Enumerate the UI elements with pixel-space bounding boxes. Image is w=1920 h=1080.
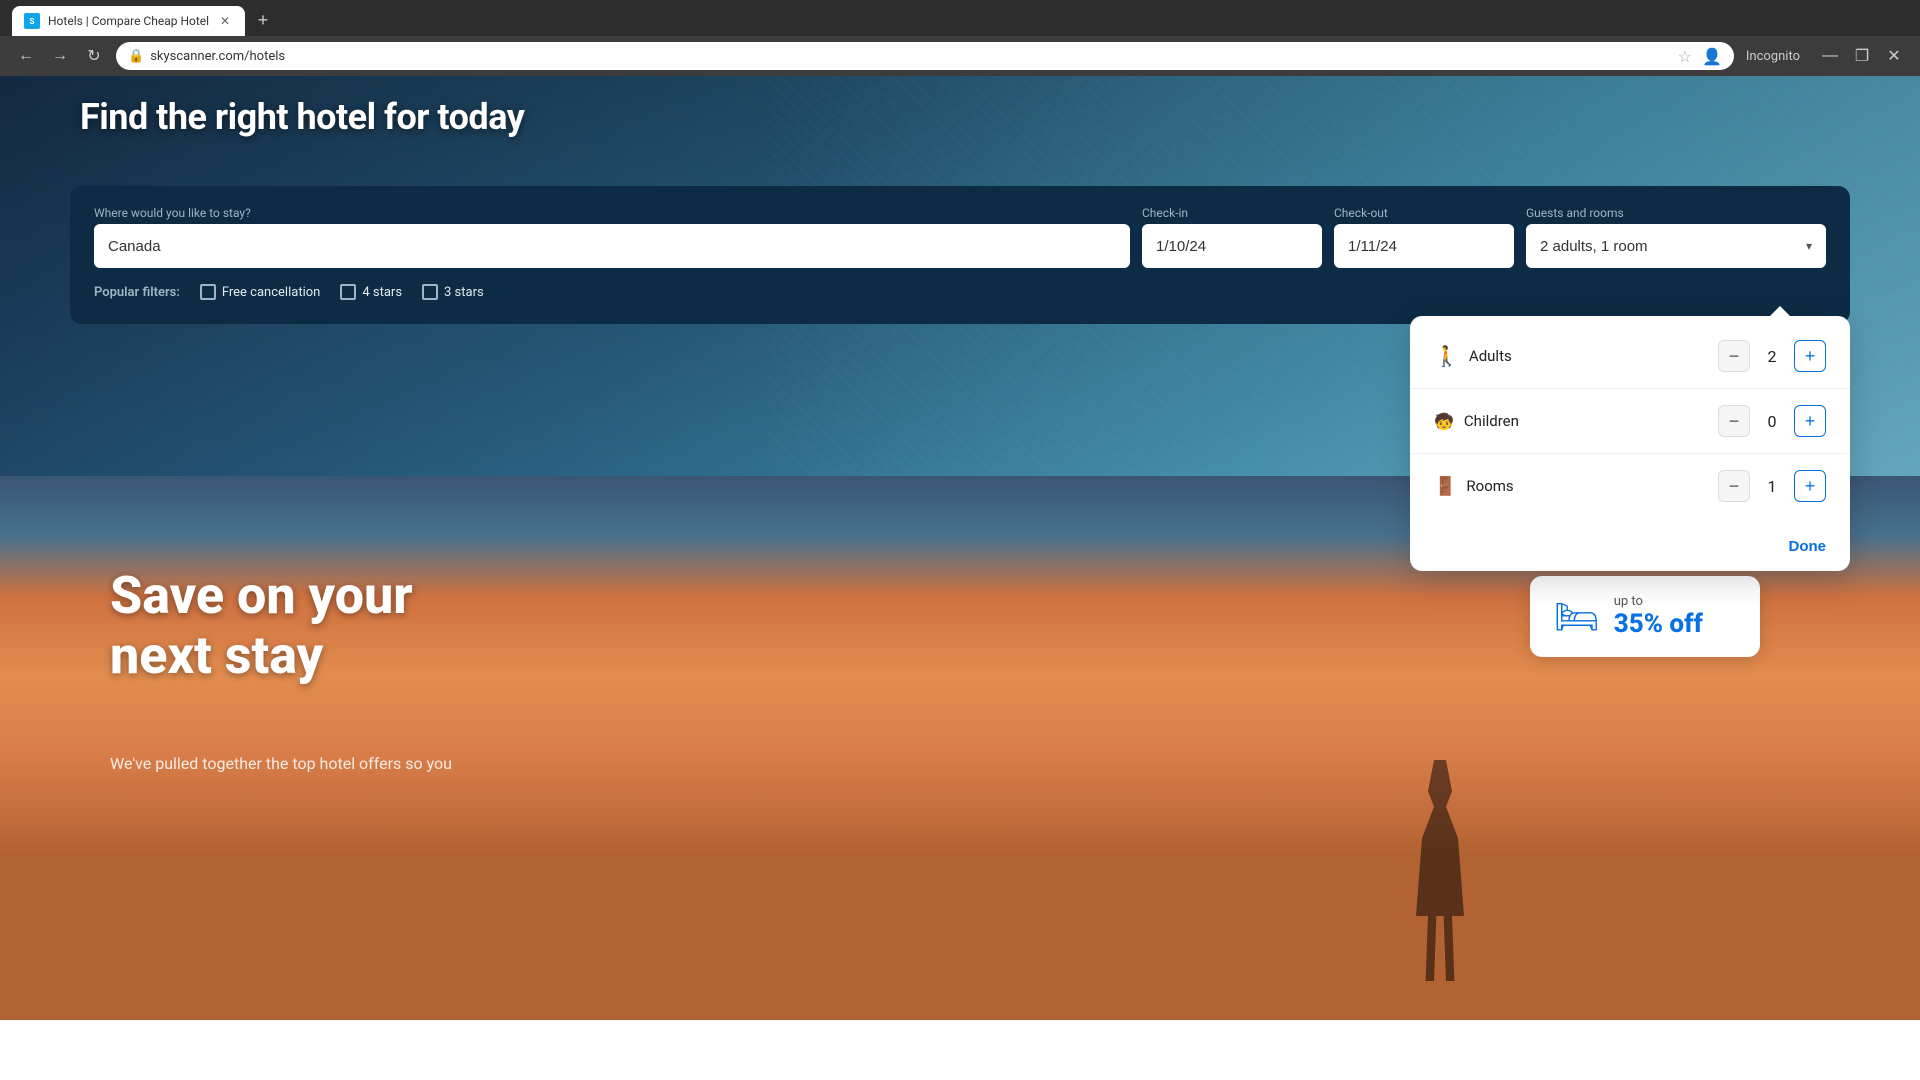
adults-label-group: 🚶 Adults — [1434, 344, 1512, 368]
popup-footer: Done — [1410, 526, 1850, 571]
children-value: 0 — [1764, 412, 1780, 431]
active-tab[interactable]: S Hotels | Compare Cheap Hotel ✕ — [12, 6, 245, 36]
tab-favicon: S — [24, 13, 40, 29]
filter-4-stars[interactable]: 4 stars — [340, 284, 402, 300]
minimize-button[interactable]: — — [1816, 42, 1844, 70]
guests-value: 2 adults, 1 room — [1540, 238, 1648, 255]
adults-label: Adults — [1469, 347, 1512, 365]
popup-inner: 🚶 Adults − 2 + 🧒 Children − 0 + — [1410, 316, 1850, 526]
children-row: 🧒 Children − 0 + — [1410, 389, 1850, 454]
filters-row: Popular filters: Free cancellation 4 sta… — [94, 284, 1826, 300]
adults-decrement-button[interactable]: − — [1718, 340, 1750, 372]
3-stars-label: 3 stars — [444, 285, 484, 300]
guests-field-group: Guests and rooms 2 adults, 1 room ▾ — [1526, 206, 1826, 268]
child-icon: 🧒 — [1434, 412, 1454, 431]
window-controls: — ❐ ✕ — [1816, 42, 1908, 70]
destination-field-group: Where would you like to stay? — [94, 206, 1130, 268]
badge-up-to: up to — [1614, 594, 1703, 609]
lock-icon: 🔒 — [128, 49, 144, 64]
children-decrement-button[interactable]: − — [1718, 405, 1750, 437]
3-stars-checkbox[interactable] — [422, 284, 438, 300]
tab-close-button[interactable]: ✕ — [217, 13, 233, 29]
back-button[interactable]: ← — [12, 42, 40, 70]
destination-label: Where would you like to stay? — [94, 206, 1130, 220]
guests-popup: 🚶 Adults − 2 + 🧒 Children − 0 + — [1410, 316, 1850, 571]
close-button[interactable]: ✕ — [1880, 42, 1908, 70]
new-tab-button[interactable]: + — [249, 6, 277, 34]
rooms-counter: − 1 + — [1718, 470, 1826, 502]
rooms-value: 1 — [1764, 477, 1780, 496]
rooms-decrement-button[interactable]: − — [1718, 470, 1750, 502]
4-stars-checkbox[interactable] — [340, 284, 356, 300]
rooms-row: 🚪 Rooms − 1 + — [1410, 454, 1850, 518]
tab-title: Hotels | Compare Cheap Hotel — [48, 14, 209, 28]
checkin-label: Check-in — [1142, 206, 1322, 220]
promo-headline-line1: Save on your — [110, 566, 413, 626]
adults-increment-button[interactable]: + — [1794, 340, 1826, 372]
page-content: Find the right hotel for today Where wou… — [0, 76, 1920, 1020]
badge-text: up to 35% off — [1614, 594, 1703, 639]
address-bar-icons: ☆ 👤 — [1678, 47, 1722, 66]
reload-button[interactable]: ↻ — [80, 42, 108, 70]
badge-percent-off: 35% off — [1614, 609, 1703, 639]
filter-3-stars[interactable]: 3 stars — [422, 284, 484, 300]
rooms-label: Rooms — [1466, 477, 1513, 495]
adults-value: 2 — [1764, 347, 1780, 366]
maximize-button[interactable]: ❐ — [1848, 42, 1876, 70]
address-bar[interactable]: 🔒 skyscanner.com/hotels ☆ 👤 — [116, 42, 1734, 70]
discount-badge: 🛏 up to 35% off — [1530, 576, 1760, 657]
children-label: Children — [1464, 412, 1519, 430]
browser-nav: ← → ↻ — [12, 42, 108, 70]
filters-label: Popular filters: — [94, 285, 180, 300]
children-label-group: 🧒 Children — [1434, 412, 1519, 431]
adults-counter: − 2 + — [1718, 340, 1826, 372]
rooms-increment-button[interactable]: + — [1794, 470, 1826, 502]
promo-headline-line2: next stay — [110, 626, 413, 686]
checkin-field-group: Check-in — [1142, 206, 1322, 268]
checkin-input[interactable] — [1142, 224, 1322, 268]
free-cancellation-label: Free cancellation — [222, 285, 320, 300]
done-button[interactable]: Done — [1789, 538, 1827, 555]
bed-icon: 🛏 — [1554, 596, 1600, 638]
free-cancellation-checkbox[interactable] — [200, 284, 216, 300]
guests-dropdown-button[interactable]: 2 adults, 1 room ▾ — [1526, 224, 1826, 268]
hero-text: Find the right hotel for today — [80, 96, 524, 138]
destination-input[interactable] — [94, 224, 1130, 268]
rooms-label-group: 🚪 Rooms — [1434, 476, 1514, 497]
checkout-input[interactable] — [1334, 224, 1514, 268]
filter-free-cancellation[interactable]: Free cancellation — [200, 284, 320, 300]
incognito-label: Incognito — [1746, 49, 1800, 64]
forward-button[interactable]: → — [46, 42, 74, 70]
children-counter: − 0 + — [1718, 405, 1826, 437]
address-bar-row: ← → ↻ 🔒 skyscanner.com/hotels ☆ 👤 Incogn… — [0, 36, 1920, 76]
adult-icon: 🚶 — [1434, 344, 1459, 368]
adults-row: 🚶 Adults − 2 + — [1410, 324, 1850, 389]
4-stars-label: 4 stars — [362, 285, 402, 300]
checkout-label: Check-out — [1334, 206, 1514, 220]
chevron-down-icon: ▾ — [1806, 239, 1812, 253]
tab-bar: S Hotels | Compare Cheap Hotel ✕ + — [0, 0, 1920, 36]
children-increment-button[interactable]: + — [1794, 405, 1826, 437]
bookmark-icon[interactable]: ☆ — [1678, 47, 1692, 66]
guests-label: Guests and rooms — [1526, 206, 1826, 220]
promo-headline: Save on your next stay — [110, 566, 413, 686]
room-icon: 🚪 — [1434, 476, 1456, 497]
url-text: skyscanner.com/hotels — [150, 49, 285, 64]
profile-icon[interactable]: 👤 — [1702, 47, 1722, 66]
search-row: Where would you like to stay? Check-in C… — [94, 206, 1826, 268]
checkout-field-group: Check-out — [1334, 206, 1514, 268]
search-widget: Where would you like to stay? Check-in C… — [70, 186, 1850, 324]
promo-subtext: We've pulled together the top hotel offe… — [110, 754, 452, 773]
